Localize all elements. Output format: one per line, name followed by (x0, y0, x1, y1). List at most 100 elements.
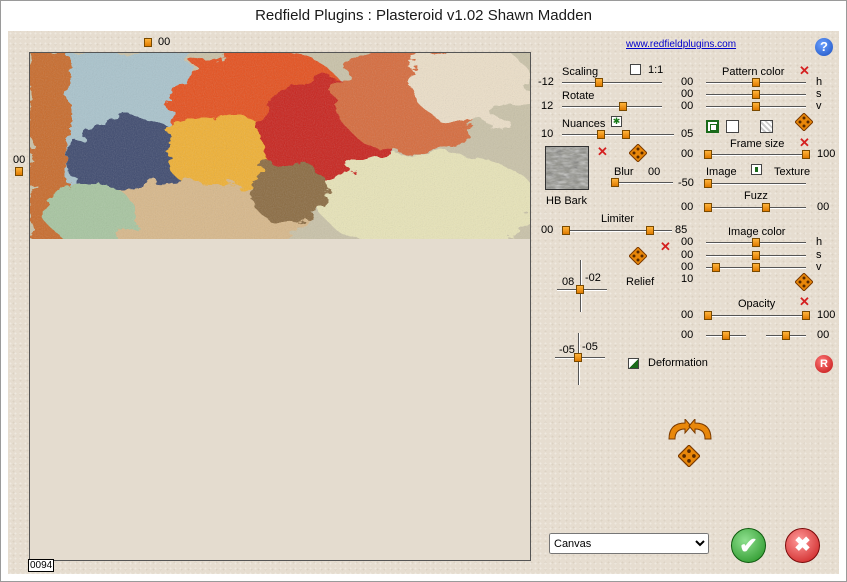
limiter-slider-track[interactable] (562, 230, 672, 232)
opacity-clear-icon[interactable]: ✕ (799, 295, 810, 308)
limiter-left-value: 00 (541, 224, 554, 236)
image-texture-toggle[interactable] (751, 164, 762, 175)
rotate-slider-track[interactable] (562, 106, 662, 108)
texture-clear-icon[interactable]: ✕ (597, 145, 608, 158)
deformation-crosshair-thumb[interactable] (574, 353, 582, 362)
pattern-swatch-1[interactable] (706, 120, 719, 133)
image-texture-image-label: Image (706, 166, 737, 178)
fuzz-track[interactable] (706, 207, 806, 209)
relief-crosshair-thumb[interactable] (576, 285, 584, 294)
nuances-slider-track[interactable] (562, 134, 674, 136)
image-texture-texture-label: Texture (774, 166, 811, 178)
blur-value: 00 (648, 166, 661, 178)
limiter-clear-icon[interactable]: ✕ (660, 240, 671, 253)
website-link[interactable]: www.redfieldplugins.com (626, 39, 736, 50)
scaling-ratio-checkbox[interactable] (630, 64, 641, 75)
deformation-x-value: -05 (559, 344, 575, 356)
fuzz-right-value: 00 (817, 201, 830, 213)
limiter-right-value: 85 (675, 224, 688, 236)
nuances-dice-icon[interactable] (629, 144, 647, 162)
pattern-dice-icon[interactable] (795, 113, 813, 131)
image-color-v-thumb-2[interactable] (752, 263, 760, 272)
nuances-slider-thumb-2[interactable] (622, 130, 630, 139)
image-color-v-thumb-1[interactable] (712, 263, 720, 272)
opacity-thumb-2[interactable] (802, 311, 810, 320)
preview-pane[interactable] (29, 52, 531, 561)
frame-size-thumb-1[interactable] (704, 150, 712, 159)
texture-name: HB Bark (546, 195, 587, 207)
reset-button[interactable]: R (815, 355, 833, 373)
preview-top-value: 00 (158, 36, 171, 48)
opacity-thumb-1[interactable] (704, 311, 712, 320)
blur-label: Blur (614, 166, 634, 178)
rotate-slider-thumb[interactable] (619, 102, 627, 111)
opacity-track[interactable] (706, 315, 810, 317)
plugin-window: Redfield Plugins : Plasteroid v1.02 Shaw… (0, 0, 847, 582)
mode-select[interactable]: Canvas (549, 533, 709, 554)
image-color-s-label: s (816, 249, 822, 261)
nuances-slider-thumb-1[interactable] (597, 130, 605, 139)
frame-size-label: Frame size (730, 138, 785, 150)
preview-image[interactable] (30, 53, 530, 239)
image-color-h-label: h (816, 236, 823, 248)
rotate-label: Rotate (562, 90, 595, 102)
image-texture-value: -50 (678, 177, 694, 189)
deformation-y-value: -05 (582, 341, 598, 353)
image-color-dice-icon[interactable] (795, 273, 813, 291)
question-mark-icon[interactable]: ? (815, 38, 833, 56)
limiter-slider-thumb-2[interactable] (646, 226, 654, 235)
scaling-slider-track[interactable] (562, 82, 662, 84)
image-texture-track[interactable] (706, 183, 806, 185)
limiter-label: Limiter (601, 213, 635, 225)
pattern-color-v-value: 00 (681, 100, 694, 112)
scaling-value: -12 (538, 76, 554, 88)
limiter-dice-icon[interactable] (629, 247, 647, 265)
plugin-client-area: 00 00 0094 www.redfieldplugins.com ? -12… (8, 31, 839, 574)
texture-thumbnail[interactable] (545, 146, 589, 190)
pattern-color-h-thumb[interactable] (752, 78, 760, 87)
scaling-slider-thumb[interactable] (595, 78, 603, 87)
opacity-bottom-right-thumb[interactable] (782, 331, 790, 340)
frame-size-thumb-2[interactable] (802, 150, 810, 159)
pattern-color-s-thumb[interactable] (752, 90, 760, 99)
preview-left-handle[interactable] (15, 167, 23, 176)
opacity-bottom-left-thumb[interactable] (722, 331, 730, 340)
image-color-extra-value: 10 (681, 273, 694, 285)
frame-size-clear-icon[interactable]: ✕ (799, 136, 810, 149)
blur-slider-thumb[interactable] (611, 178, 619, 187)
deformation-label: Deformation (648, 357, 708, 369)
nuances-right-value: 05 (681, 128, 694, 140)
pattern-swatch-3[interactable] (760, 120, 773, 133)
relief-label: Relief (626, 276, 655, 288)
image-color-h-thumb[interactable] (752, 238, 760, 247)
preview-top-handle[interactable] (144, 38, 152, 47)
cancel-button[interactable]: ✖ (785, 528, 820, 563)
undo-redo-arrows-icon[interactable] (663, 419, 717, 441)
frame-size-left-value: 00 (681, 148, 694, 160)
pattern-color-h-value: 00 (681, 76, 694, 88)
pattern-color-v-thumb[interactable] (752, 102, 760, 111)
image-color-s-thumb[interactable] (752, 251, 760, 260)
fuzz-thumb-1[interactable] (704, 203, 712, 212)
limiter-slider-thumb-1[interactable] (562, 226, 570, 235)
nuances-left-value: 10 (541, 128, 554, 140)
randomize-all-dice-icon[interactable] (678, 445, 700, 467)
pattern-color-clear-icon[interactable]: ✕ (799, 64, 810, 77)
pattern-color-label: Pattern color (722, 66, 785, 78)
deformation-checkbox[interactable] (628, 358, 639, 369)
ok-button[interactable]: ✔ (731, 528, 766, 563)
pattern-swatch-2[interactable] (726, 120, 739, 133)
image-texture-thumb[interactable] (704, 179, 712, 188)
blur-slider-track[interactable] (611, 182, 673, 184)
frame-size-track[interactable] (706, 154, 810, 156)
pattern-color-s-value: 00 (681, 88, 694, 100)
opacity-left-value: 00 (681, 309, 694, 321)
image-color-v-value: 00 (681, 261, 694, 273)
image-color-s-value: 00 (681, 249, 694, 261)
scaling-label: Scaling (562, 66, 599, 78)
scaling-ratio-label: 1:1 (648, 64, 664, 76)
pattern-color-h-label: h (816, 76, 823, 88)
nuances-randomize-checkbox[interactable]: ✱ (611, 116, 622, 127)
image-color-h-value: 00 (681, 236, 694, 248)
fuzz-thumb-2[interactable] (762, 203, 770, 212)
